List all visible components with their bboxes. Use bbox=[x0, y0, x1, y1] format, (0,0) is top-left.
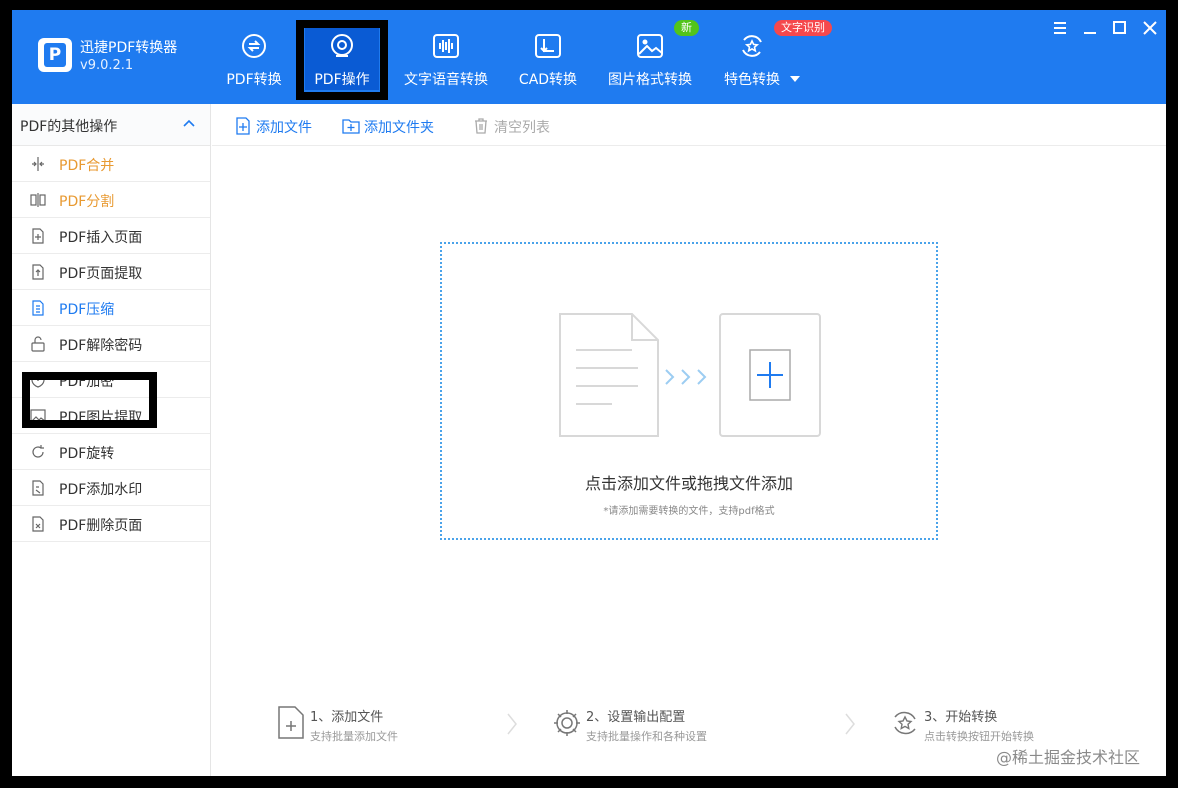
minimize-icon[interactable] bbox=[1080, 18, 1100, 38]
unlock-icon bbox=[31, 336, 45, 352]
step-output-settings: 2、设置输出配置 支持批量操作和各种设置 bbox=[552, 702, 792, 752]
sidebar-item-pdf-split[interactable]: PDF分割 bbox=[12, 182, 210, 218]
chevron-right-icon bbox=[507, 713, 517, 735]
dropzone-text: 点击添加文件或拖拽文件添加 bbox=[584, 474, 793, 493]
maximize-icon[interactable] bbox=[1110, 18, 1130, 38]
tab-label: 特色转换 bbox=[724, 72, 780, 88]
insert-page-icon bbox=[32, 228, 44, 244]
sidebar-item-label: PDF解除密码 bbox=[59, 338, 143, 354]
app-name: 迅捷PDF转换器 bbox=[80, 40, 178, 56]
logo-letter: P bbox=[44, 43, 66, 67]
cad-icon bbox=[535, 34, 561, 58]
sidebar-header[interactable]: PDF的其他操作 bbox=[12, 104, 210, 146]
tab-label: PDF操作 bbox=[314, 72, 370, 88]
sidebar-item-label: PDF添加水印 bbox=[59, 482, 143, 498]
file-dropzone[interactable]: 点击添加文件或拖拽文件添加 *请添加需要转换的文件，支持pdf格式 bbox=[440, 242, 938, 540]
image-extract-icon bbox=[30, 409, 46, 423]
step-sub: 支持批量操作和各种设置 bbox=[586, 730, 707, 743]
add-file-illustration bbox=[559, 313, 821, 437]
trash-icon bbox=[475, 118, 487, 134]
tab-cad-convert[interactable]: CAD转换 bbox=[508, 10, 588, 104]
sidebar-item-pdf-compress[interactable]: PDF压缩 bbox=[12, 290, 210, 326]
top-header: P 迅捷PDF转换器 v9.0.2.1 PDF转换 PDF操作 文字语音转换 C… bbox=[12, 10, 1166, 104]
sidebar-item-label: PDF删除页面 bbox=[59, 518, 143, 534]
step-title: 1、添加文件 bbox=[310, 710, 384, 725]
sidebar-item-pdf-rotate[interactable]: PDF旋转 bbox=[12, 434, 210, 470]
app-version: v9.0.2.1 bbox=[80, 58, 134, 73]
step-add-file: 1、添加文件 支持批量添加文件 bbox=[276, 702, 486, 752]
tab-label: 图片格式转换 bbox=[608, 72, 692, 88]
app-window: P 迅捷PDF转换器 v9.0.2.1 PDF转换 PDF操作 文字语音转换 C… bbox=[12, 10, 1166, 776]
sidebar-item-label: PDF压缩 bbox=[59, 302, 115, 318]
watermark-text: @稀土掘金技术社区 bbox=[996, 748, 1141, 767]
sidebar-item-pdf-merge[interactable]: PDF合并 bbox=[12, 146, 210, 182]
add-folder-button[interactable]: 添加文件夹 bbox=[342, 116, 446, 136]
sidebar-item-label: PDF页面提取 bbox=[59, 266, 143, 282]
compress-icon bbox=[32, 300, 44, 316]
sidebar-item-label: PDF合并 bbox=[59, 158, 115, 174]
clear-list-button[interactable]: 清空列表 bbox=[472, 116, 558, 136]
sidebar-item-label: PDF旋转 bbox=[59, 446, 115, 462]
shield-icon bbox=[31, 372, 45, 388]
delete-page-icon bbox=[32, 516, 44, 532]
add-folder-icon bbox=[342, 119, 360, 134]
menu-icon[interactable] bbox=[1050, 18, 1070, 38]
tab-label: 文字语音转换 bbox=[404, 72, 488, 88]
chevron-down-icon[interactable] bbox=[790, 76, 800, 82]
step-title: 3、开始转换 bbox=[924, 710, 998, 725]
toolbar: 添加文件 添加文件夹 清空列表 bbox=[212, 104, 1166, 146]
sidebar-item-pdf-insert-page[interactable]: PDF插入页面 bbox=[12, 218, 210, 254]
sidebar-item-pdf-encrypt[interactable]: PDF加密 bbox=[12, 362, 210, 398]
add-file-label: 添加文件 bbox=[256, 120, 312, 136]
dropzone-hint: *请添加需要转换的文件，支持pdf格式 bbox=[603, 506, 775, 517]
sidebar-item-pdf-extract-page[interactable]: PDF页面提取 bbox=[12, 254, 210, 290]
clear-list-label: 清空列表 bbox=[494, 120, 550, 136]
add-file-button[interactable]: 添加文件 bbox=[234, 116, 320, 136]
sidebar-item-label: PDF插入页面 bbox=[59, 230, 143, 246]
gear-icon bbox=[554, 710, 580, 736]
app-logo: P bbox=[38, 38, 72, 72]
tab-label: CAD转换 bbox=[518, 72, 578, 88]
sidebar: PDF的其他操作 PDF合并 PDF分割 PDF插入页面 PDF页面提取 PDF… bbox=[12, 104, 211, 776]
split-icon bbox=[30, 193, 46, 207]
tab-text-voice[interactable]: 文字语音转换 bbox=[396, 10, 496, 104]
sidebar-item-pdf-watermark[interactable]: PDF添加水印 bbox=[12, 470, 210, 506]
sidebar-item-label: PDF加密 bbox=[59, 374, 115, 390]
sidebar-item-label: PDF分割 bbox=[59, 194, 115, 210]
tab-label: PDF转换 bbox=[226, 72, 282, 88]
audio-wave-icon bbox=[433, 34, 459, 58]
step-title: 2、设置输出配置 bbox=[586, 710, 686, 725]
sidebar-item-pdf-image-extract[interactable]: PDF图片提取 bbox=[12, 398, 210, 434]
step-sub: 支持批量添加文件 bbox=[310, 730, 398, 743]
watermark-icon bbox=[32, 480, 44, 496]
extract-page-icon bbox=[32, 264, 44, 280]
chevron-right-icon bbox=[845, 713, 855, 735]
step-sub: 点击转换按钮开始转换 bbox=[924, 730, 1034, 743]
sidebar-title: PDF的其他操作 bbox=[20, 119, 118, 135]
pdf-convert-icon bbox=[242, 34, 266, 58]
sidebar-item-pdf-unlock[interactable]: PDF解除密码 bbox=[12, 326, 210, 362]
pdf-operate-icon bbox=[331, 34, 353, 57]
star-convert-icon bbox=[894, 711, 916, 735]
main-panel: 添加文件 添加文件夹 清空列表 点击添加文件或拖拽文件添加 *请添加需要转换的文… bbox=[212, 104, 1166, 776]
badge-new: 新 bbox=[674, 20, 699, 36]
badge-ocr: 文字识别 bbox=[774, 20, 832, 36]
close-icon[interactable] bbox=[1140, 18, 1160, 38]
add-file-icon bbox=[278, 706, 304, 739]
image-icon bbox=[637, 34, 663, 58]
rotate-icon bbox=[32, 445, 44, 458]
sidebar-item-label: PDF图片提取 bbox=[59, 410, 143, 426]
tab-pdf-operate[interactable]: PDF操作 bbox=[295, 10, 389, 104]
add-folder-label: 添加文件夹 bbox=[364, 120, 434, 136]
star-convert-icon bbox=[742, 35, 762, 57]
sidebar-item-pdf-delete-page[interactable]: PDF删除页面 bbox=[12, 506, 210, 542]
add-file-icon bbox=[236, 117, 250, 135]
tab-pdf-convert[interactable]: PDF转换 bbox=[210, 10, 298, 104]
merge-icon bbox=[32, 157, 44, 171]
chevron-up-icon[interactable] bbox=[182, 117, 196, 131]
